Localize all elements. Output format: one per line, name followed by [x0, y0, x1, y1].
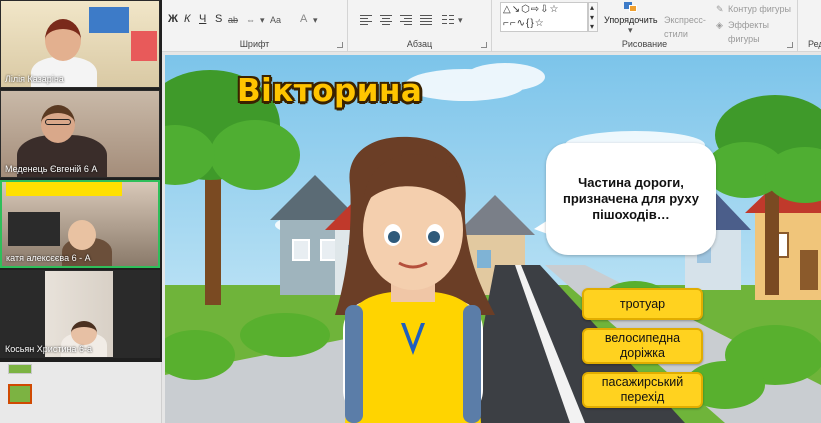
- arrange-button[interactable]: Упорядочить ▾: [604, 2, 660, 36]
- change-case-icon[interactable]: Aa: [270, 13, 281, 27]
- answer-button-3[interactable]: пасажирський перехід: [582, 372, 703, 408]
- underline-button[interactable]: Ч: [199, 12, 206, 26]
- font-color-button[interactable]: А: [300, 12, 307, 26]
- express-styles-label: Экспресс-стили: [664, 15, 706, 39]
- slide-thumbnail-current[interactable]: [8, 384, 32, 404]
- question-text: Частина дороги, призначена для руху пішо…: [563, 175, 699, 222]
- yellow-flag: [6, 182, 122, 196]
- slide-canvas[interactable]: Вікторина Частина дороги, призначена для…: [165, 55, 821, 423]
- slide-background-illustration: [165, 55, 821, 423]
- shape-outline-button[interactable]: ✎ Контур фигуры: [716, 2, 798, 16]
- participant-tile-active[interactable]: катя алексєєва 6 - А: [0, 180, 160, 268]
- dropdown-icon[interactable]: ▾: [260, 13, 265, 27]
- video-call-panel: Лілія Казаріна Меденець Євгеній 6 А катя…: [0, 0, 162, 362]
- dropdown-icon: ▾: [628, 25, 633, 35]
- editing-group-label: Ред: [808, 39, 821, 49]
- effects-icon: ◈: [716, 20, 723, 30]
- align-center-icon[interactable]: [380, 15, 392, 25]
- classroom-board: [89, 7, 129, 33]
- drawing-dialog-launcher-icon[interactable]: [787, 42, 793, 48]
- participant-name: Косьян Христина 6-а: [5, 344, 92, 354]
- shapes-gallery[interactable]: △↘⬡⇨⇩☆ ⌐⌐∿{}☆: [500, 2, 588, 32]
- slide-thumbnail[interactable]: [8, 364, 32, 374]
- dropdown-icon[interactable]: ▾: [458, 13, 463, 27]
- more-icon: ▾: [590, 22, 595, 31]
- align-left-icon[interactable]: [360, 15, 372, 25]
- person-head: [45, 19, 81, 61]
- participant-tile[interactable]: Меденець Євгеній 6 А: [0, 90, 160, 178]
- person-head: [68, 220, 96, 250]
- shape-row-icons: ⌐⌐∿{}☆: [503, 18, 545, 29]
- ribbon: Ж К Ч S ab ⇔ ▾ Aa А ▾ Шрифт ▾ Абзац △↘⬡⇨…: [162, 0, 821, 52]
- answer-button-1[interactable]: тротуар: [582, 288, 703, 320]
- character-spacing-icon[interactable]: ⇔: [246, 13, 255, 27]
- font-group: Ж К Ч S ab ⇔ ▾ Aa А ▾ Шрифт: [162, 0, 348, 52]
- speech-bubble: Частина дороги, призначена для руху пішо…: [546, 143, 716, 255]
- columns-icon[interactable]: [442, 15, 454, 25]
- participant-tile[interactable]: Лілія Казаріна: [0, 0, 160, 88]
- strikethrough-button[interactable]: ab: [228, 13, 238, 27]
- shadow-button[interactable]: S: [215, 12, 222, 26]
- participant-name: Лілія Казаріна: [5, 74, 64, 84]
- shapes-gallery-scroll[interactable]: ▴ ▾ ▾: [588, 2, 598, 32]
- paragraph-group: ▾ Абзац: [348, 0, 492, 52]
- arrange-icon: [624, 2, 638, 12]
- shape-effects-button[interactable]: ◈ Эффекты фигуры: [716, 18, 798, 44]
- pencil-icon: ✎: [716, 4, 724, 14]
- shape-outline-label: Контур фигуры: [728, 4, 791, 14]
- shape-row-icons: △↘⬡⇨⇩☆: [503, 4, 560, 15]
- participant-name: катя алексєєва 6 - А: [6, 253, 91, 263]
- paragraph-dialog-launcher-icon[interactable]: [481, 42, 487, 48]
- font-group-label: Шрифт: [239, 39, 270, 49]
- slide-title: Вікторина: [237, 73, 423, 109]
- express-styles-button[interactable]: Экспресс-стили: [662, 2, 712, 39]
- drawing-group-label: Рисование: [621, 39, 668, 49]
- dark-furniture: [8, 212, 60, 246]
- justify-icon[interactable]: [420, 15, 432, 25]
- italic-button[interactable]: К: [184, 12, 190, 26]
- participant-name: Меденець Євгеній 6 А: [5, 164, 98, 174]
- dropdown-icon[interactable]: ▾: [313, 13, 318, 27]
- answer-button-2[interactable]: велосипедна доріжка: [582, 328, 703, 364]
- glasses: [45, 119, 71, 125]
- slide-thumbnail-strip: [0, 362, 162, 423]
- participant-tile[interactable]: Косьян Христина 6-а: [0, 270, 160, 358]
- align-right-icon[interactable]: [400, 15, 412, 25]
- font-dialog-launcher-icon[interactable]: [337, 42, 343, 48]
- drawing-group: △↘⬡⇨⇩☆ ⌐⌐∿{}☆ ▴ ▾ ▾ Упорядочить ▾ Экспре…: [492, 0, 798, 52]
- classroom-poster: [131, 31, 157, 61]
- person-head: [71, 321, 97, 345]
- bold-button[interactable]: Ж: [168, 12, 178, 26]
- paragraph-group-label: Абзац: [406, 39, 433, 49]
